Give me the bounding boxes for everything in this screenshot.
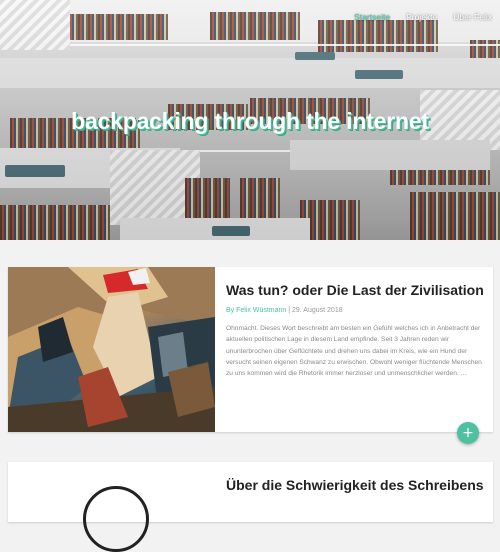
- post-title[interactable]: Was tun? oder Die Last der Zivilisation: [226, 281, 484, 299]
- post-date: 29. August 2018: [292, 307, 343, 314]
- nav-projects-link[interactable]: Projekte: [406, 12, 437, 22]
- post-title[interactable]: Über die Schwierigkeit des Schreibens: [226, 476, 484, 494]
- painting-image: [8, 267, 215, 432]
- post-card: Was tun? oder Die Last der Zivilisation …: [8, 267, 493, 432]
- nav-home-link[interactable]: Startseite: [354, 12, 390, 22]
- post-content: Was tun? oder Die Last der Zivilisation …: [226, 281, 484, 386]
- nav-about-link[interactable]: Über Felix: [453, 12, 492, 22]
- site-title: backpacking through the internet: [71, 108, 429, 135]
- post-thumbnail[interactable]: [83, 486, 149, 552]
- top-navigation: Startseite Projekte Über Felix: [354, 12, 492, 22]
- plus-icon-button[interactable]: +: [457, 422, 479, 444]
- post-author[interactable]: By Felix Wüstmann: [226, 307, 286, 314]
- post-card: Über die Schwierigkeit des Schreibens: [8, 462, 493, 552]
- post-thumbnail[interactable]: [8, 267, 215, 432]
- post-excerpt: Ohnmacht. Dieses Wort beschreibt am best…: [226, 325, 482, 378]
- post-meta: By Felix Wüstmann | 29. August 2018: [226, 307, 484, 314]
